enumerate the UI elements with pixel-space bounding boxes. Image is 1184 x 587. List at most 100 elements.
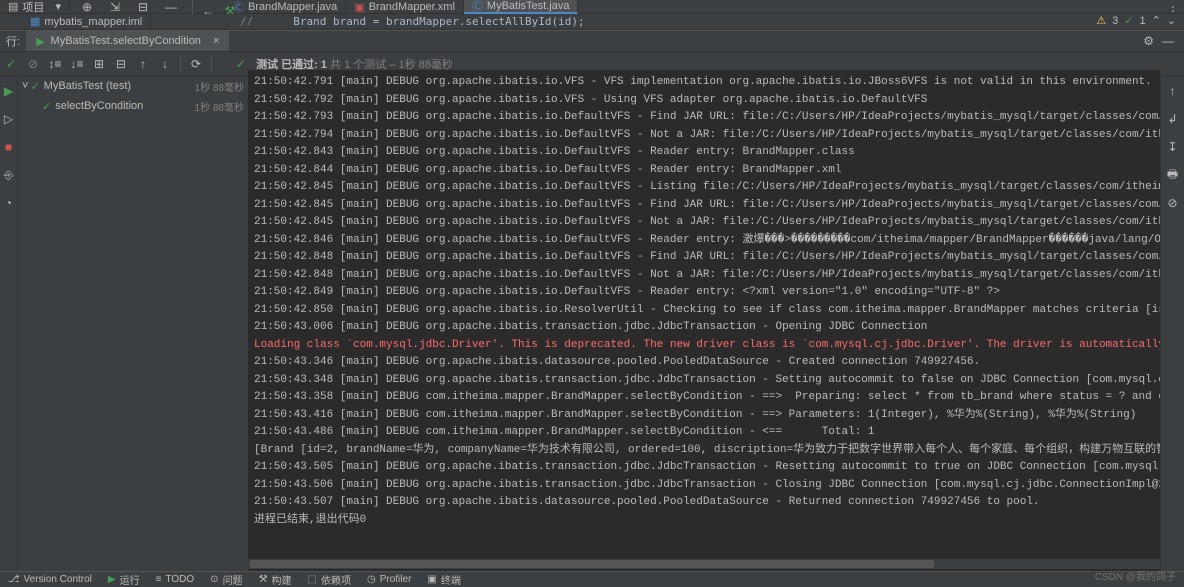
pass-icon: ✓ xyxy=(30,80,39,93)
next-icon[interactable]: ↓ xyxy=(154,53,176,75)
console-line: 21:50:42.844 [main] DEBUG org.apache.iba… xyxy=(254,162,1160,180)
test-case-time: 1秒 88毫秒 xyxy=(195,99,244,114)
collapse-all-icon[interactable]: ⊟ xyxy=(110,53,132,75)
scroll-to-end-icon[interactable]: ↧ xyxy=(1162,136,1184,158)
close-icon[interactable]: × xyxy=(213,35,219,47)
clear-icon[interactable]: ⊘ xyxy=(1162,192,1184,214)
prev-icon[interactable]: ↑ xyxy=(132,53,154,75)
file-icon: ▦ xyxy=(30,15,40,28)
expand-all-icon[interactable]: ⊞ xyxy=(88,53,110,75)
deps-icon: ⬚ xyxy=(308,574,317,585)
divider xyxy=(211,57,212,71)
console-line: 21:50:42.845 [main] DEBUG org.apache.iba… xyxy=(254,179,1160,197)
tab-brandmapper-java[interactable]: Ⓒ BrandMapper.java xyxy=(225,0,346,14)
run-left-gutter: ▶ ▷ ■ ⎆ ◔ xyxy=(0,76,18,571)
test-suite-row[interactable]: ˅ ✓ MyBatisTest (test) 1秒 88毫秒 xyxy=(18,76,248,96)
vcs-label: Version Control xyxy=(24,574,92,585)
console-output[interactable]: 21:50:42.791 [main] DEBUG org.apache.iba… xyxy=(248,70,1160,571)
settings-icon[interactable]: ⚙ xyxy=(1143,34,1154,48)
console-scrollbar[interactable] xyxy=(248,559,1160,569)
print-icon[interactable]: 🖶 xyxy=(1162,164,1184,186)
secondary-tab-row: ▦ mybatis_mapper.iml xyxy=(0,14,1184,30)
test-case-row[interactable]: ✓ selectByCondition 1秒 88毫秒 xyxy=(18,96,248,116)
problems-label: 问题 xyxy=(223,572,243,587)
editor-tabs: Ⓒ BrandMapper.java ▣ BrandMapper.xml Ⓒ M… xyxy=(225,0,578,14)
config-icon[interactable]: ⎆ xyxy=(0,164,20,186)
console-line: 21:50:43.486 [main] DEBUG com.itheima.ma… xyxy=(254,424,1160,442)
run-icon: ▶ xyxy=(36,35,44,48)
build-label: 构建 xyxy=(272,572,292,587)
vcs-tab[interactable]: ⎇ Version Control xyxy=(0,574,100,585)
todo-tab[interactable]: ≡ TODO xyxy=(148,574,203,585)
file-tab-row: ▤ 项目 ▾ ⊕ ⇲ ⊟ — ← ⚒ Ⓒ BrandMapper.java ▣ … xyxy=(0,0,1184,14)
inspection-widget[interactable]: ⚠3 ✓1 ⌃⌄ xyxy=(1096,14,1176,27)
problems-icon: ⊙ xyxy=(210,574,218,585)
history-icon[interactable]: ⟳ xyxy=(185,53,207,75)
class-icon: Ⓒ xyxy=(233,0,244,15)
rerun-icon[interactable]: ▶ xyxy=(0,80,20,102)
status-prefix: 测试 已通过: 1 xyxy=(256,59,327,71)
console-line: 进程已结束,退出代码0 xyxy=(254,512,1160,530)
tab-brandmapper-xml[interactable]: ▣ BrandMapper.xml xyxy=(346,0,464,14)
run-config-tab[interactable]: ▶ MyBatisTest.selectByCondition × xyxy=(26,31,229,51)
run-tab[interactable]: ▶ 运行 xyxy=(100,572,148,587)
iml-tab[interactable]: ▦ mybatis_mapper.iml xyxy=(0,14,151,29)
tab-label: BrandMapper.java xyxy=(248,1,337,13)
test-suite-label: MyBatisTest (test) xyxy=(44,80,131,92)
tab-mybatistest-java[interactable]: Ⓒ MyBatisTest.java xyxy=(464,0,579,14)
divider xyxy=(180,57,181,71)
console-line: [Brand [id=2, brandName=华为, companyName=… xyxy=(254,442,1160,460)
dependencies-tab[interactable]: ⬚ 依赖项 xyxy=(300,572,359,587)
profiler-tab[interactable]: ◷ Profiler xyxy=(359,574,419,585)
profiler-label: Profiler xyxy=(380,574,412,585)
deps-label: 依赖项 xyxy=(321,572,351,587)
console-line: 21:50:42.848 [main] DEBUG org.apache.iba… xyxy=(254,249,1160,267)
folder-icon: ▤ xyxy=(8,0,18,13)
stop-icon[interactable]: ■ xyxy=(0,136,20,158)
scrollbar-thumb[interactable] xyxy=(250,560,934,568)
tab-label: MyBatisTest.java xyxy=(487,0,570,12)
build-tab[interactable]: ⚒ 构建 xyxy=(251,572,300,587)
console-line: 21:50:43.416 [main] DEBUG com.itheima.ma… xyxy=(254,407,1160,425)
sort-icon[interactable]: ↕≡ xyxy=(44,53,66,75)
project-toolwindow-tab[interactable]: ▤ 项目 ▾ xyxy=(0,0,70,13)
soft-wrap-icon[interactable]: ↲ xyxy=(1162,108,1184,130)
console-line: 21:50:43.505 [main] DEBUG org.apache.iba… xyxy=(254,459,1160,477)
error-count: 3 xyxy=(1112,15,1118,27)
todo-icon: ≡ xyxy=(156,574,162,585)
problems-tab[interactable]: ⊙ 问题 xyxy=(202,572,250,587)
play-icon: ▶ xyxy=(108,574,116,585)
terminal-tab[interactable]: ▣ 终端 xyxy=(419,572,468,587)
tab-label: BrandMapper.xml xyxy=(369,1,455,13)
console-line: 21:50:42.850 [main] DEBUG org.apache.iba… xyxy=(254,302,1160,320)
passed-filter-icon[interactable]: ✓ xyxy=(0,53,22,75)
sorter-icon[interactable]: ↓≡ xyxy=(66,53,88,75)
expand-arrow-icon[interactable]: ˅ xyxy=(22,80,28,92)
console-line: 21:50:42.792 [main] DEBUG org.apache.iba… xyxy=(254,92,1160,110)
rerun-failed-icon[interactable]: ▷ xyxy=(0,108,20,130)
console-line: 21:50:42.845 [main] DEBUG org.apache.iba… xyxy=(254,197,1160,215)
status-bar: ⎇ Version Control ▶ 运行 ≡ TODO ⊙ 问题 ⚒ 构建 … xyxy=(0,571,1184,587)
pin-icon[interactable]: ◔ xyxy=(0,192,20,214)
console-line: 21:50:42.849 [main] DEBUG org.apache.iba… xyxy=(254,284,1160,302)
console-line: 21:50:43.006 [main] DEBUG org.apache.iba… xyxy=(254,319,1160,337)
console-right-gutter: ↑ ↲ ↧ 🖶 ⊘ xyxy=(1160,76,1184,571)
run-label: 运行 xyxy=(120,572,140,587)
console-line: 21:50:42.843 [main] DEBUG org.apache.iba… xyxy=(254,144,1160,162)
minimize-icon[interactable]: — xyxy=(1162,34,1174,48)
test-case-label: selectByCondition xyxy=(55,100,143,112)
build-icon: ⚒ xyxy=(259,574,268,585)
status-suffix: 共 1 个测试 – 1秒 88毫秒 xyxy=(330,59,453,71)
console-line: 21:50:43.506 [main] DEBUG org.apache.iba… xyxy=(254,477,1160,495)
run-tool-header: 行: ▶ MyBatisTest.selectByCondition × ⚙ — xyxy=(0,30,1184,52)
scroll-to-top-icon[interactable]: ↑ xyxy=(1162,80,1184,102)
test-status-check-icon: ✓ xyxy=(236,57,246,71)
console-line: 21:50:42.848 [main] DEBUG org.apache.iba… xyxy=(254,267,1160,285)
xml-icon: ▣ xyxy=(354,1,364,14)
ignored-filter-icon[interactable]: ⊘ xyxy=(22,53,44,75)
warn-count: 1 xyxy=(1139,15,1145,27)
pass-icon: ✓ xyxy=(42,100,51,113)
run-panel-label: 行: xyxy=(0,33,26,49)
code-comment: // xyxy=(240,15,253,28)
console-line: Loading class `com.mysql.jdbc.Driver'. T… xyxy=(254,337,1160,355)
